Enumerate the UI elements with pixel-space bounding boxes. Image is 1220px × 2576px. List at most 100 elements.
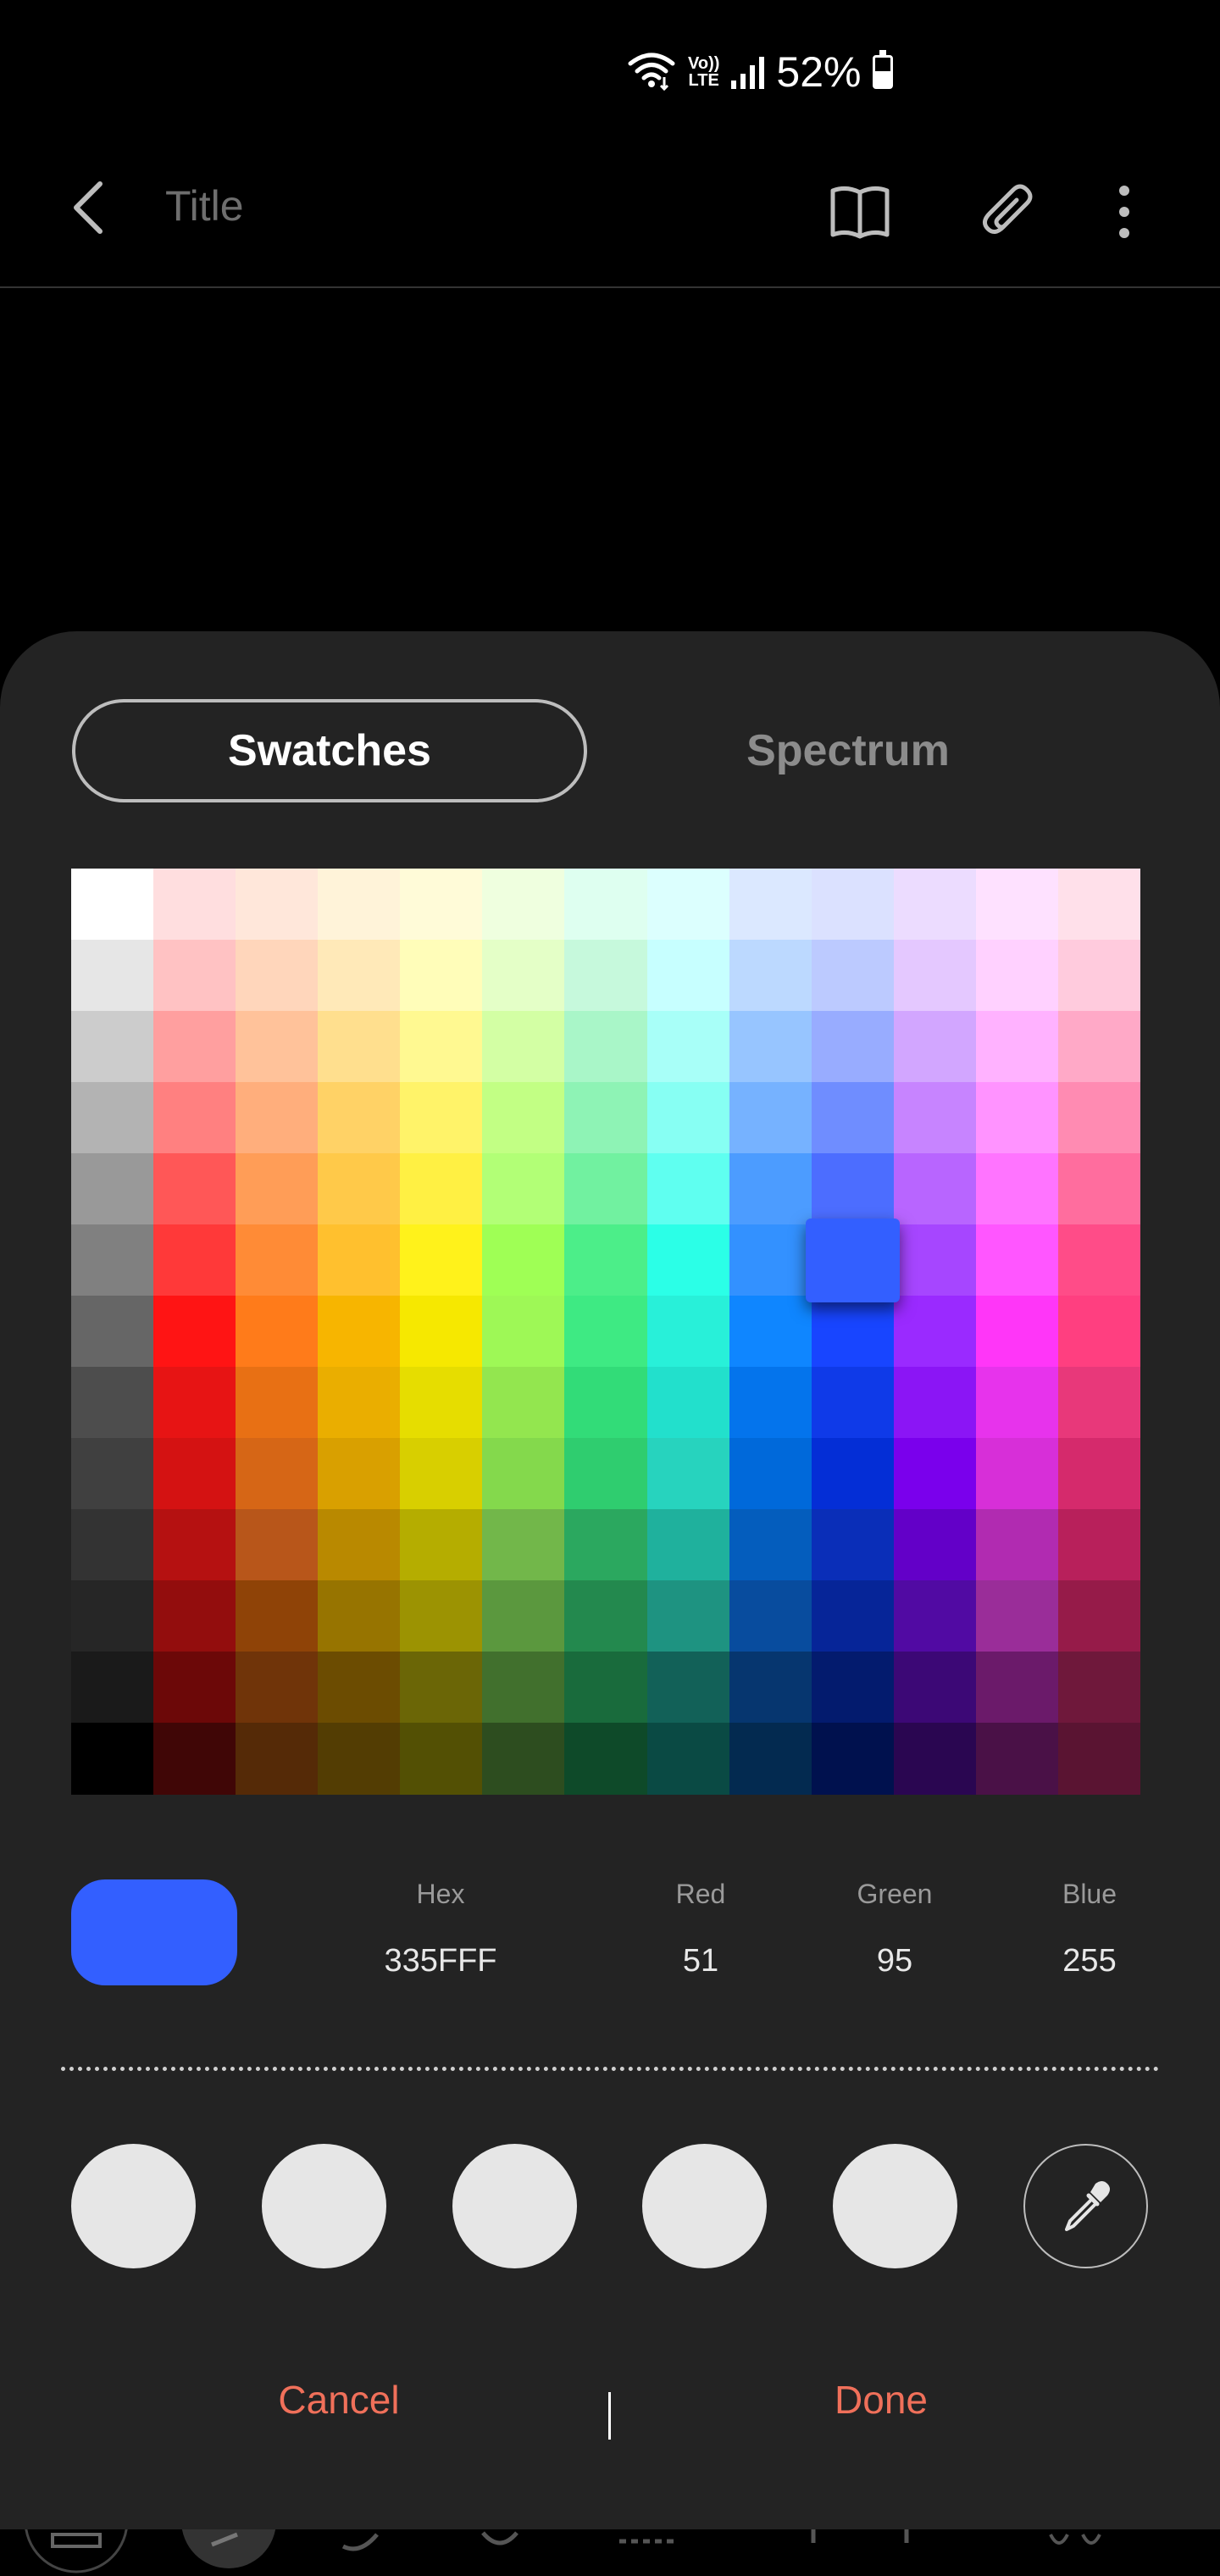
swatch-cell[interactable] xyxy=(236,869,319,941)
swatch-cell[interactable] xyxy=(729,1224,812,1296)
toolbar-selection-icon[interactable] xyxy=(614,2529,682,2576)
recent-color-3[interactable] xyxy=(452,2144,577,2268)
title-field[interactable]: Title xyxy=(165,181,244,230)
swatch-cell[interactable] xyxy=(646,1082,730,1154)
swatch-cell[interactable] xyxy=(564,1438,648,1510)
swatch-cell[interactable] xyxy=(811,1580,895,1652)
swatch-cell[interactable] xyxy=(236,1224,319,1296)
swatch-cell[interactable] xyxy=(729,1723,812,1795)
swatch-cell[interactable] xyxy=(975,1438,1059,1510)
swatch-cell[interactable] xyxy=(975,940,1059,1012)
swatch-cell[interactable] xyxy=(71,1509,154,1581)
swatch-cell[interactable] xyxy=(71,1296,154,1368)
swatch-cell[interactable] xyxy=(646,1652,730,1724)
swatch-cell[interactable] xyxy=(400,1296,483,1368)
swatch-cell[interactable] xyxy=(893,1580,977,1652)
swatch-cell[interactable] xyxy=(893,1153,977,1225)
swatch-cell[interactable] xyxy=(400,1509,483,1581)
swatch-cell[interactable] xyxy=(564,869,648,941)
swatch-cell[interactable] xyxy=(729,1367,812,1439)
swatch-cell[interactable] xyxy=(893,1367,977,1439)
swatch-cell[interactable] xyxy=(729,1509,812,1581)
swatch-cell[interactable] xyxy=(318,1438,401,1510)
tab-swatches[interactable]: Swatches xyxy=(72,699,587,802)
swatch-cell[interactable] xyxy=(646,1723,730,1795)
swatch-cell[interactable] xyxy=(153,1153,236,1225)
swatch-cell[interactable] xyxy=(729,869,812,941)
swatch-cell[interactable] xyxy=(729,1296,812,1368)
swatch-cell[interactable] xyxy=(1057,1082,1141,1154)
swatch-cell[interactable] xyxy=(71,1438,154,1510)
swatch-cell[interactable] xyxy=(482,1580,565,1652)
swatch-cell[interactable] xyxy=(71,940,154,1012)
swatch-cell-selected[interactable] xyxy=(805,1219,901,1302)
swatch-cell[interactable] xyxy=(400,940,483,1012)
swatch-cell[interactable] xyxy=(482,1367,565,1439)
swatch-cell[interactable] xyxy=(236,1367,319,1439)
done-button[interactable]: Done xyxy=(712,2377,1051,2445)
recent-color-1[interactable] xyxy=(71,2144,196,2268)
swatch-cell[interactable] xyxy=(811,869,895,941)
swatch-cell[interactable] xyxy=(729,1652,812,1724)
swatch-cell[interactable] xyxy=(482,1723,565,1795)
swatch-cell[interactable] xyxy=(975,1509,1059,1581)
swatch-cell[interactable] xyxy=(811,1723,895,1795)
swatch-cell[interactable] xyxy=(564,1011,648,1083)
swatch-cell[interactable] xyxy=(811,1011,895,1083)
swatch-cell[interactable] xyxy=(975,1652,1059,1724)
eyedropper-button[interactable] xyxy=(1023,2144,1148,2268)
green-value[interactable]: 95 xyxy=(810,1943,979,1979)
swatch-cell[interactable] xyxy=(811,1296,895,1368)
swatch-cell[interactable] xyxy=(400,1580,483,1652)
swatch-cell[interactable] xyxy=(71,869,154,941)
swatch-cell[interactable] xyxy=(1057,1296,1141,1368)
swatch-cell[interactable] xyxy=(975,869,1059,941)
swatch-cell[interactable] xyxy=(236,1296,319,1368)
swatch-cell[interactable] xyxy=(564,1723,648,1795)
swatch-cell[interactable] xyxy=(482,1153,565,1225)
toolbar-eraser-icon[interactable] xyxy=(474,2529,525,2576)
recent-color-2[interactable] xyxy=(262,2144,386,2268)
more-options-button[interactable] xyxy=(1086,174,1162,250)
swatch-cell[interactable] xyxy=(564,1580,648,1652)
swatch-cell[interactable] xyxy=(893,1723,977,1795)
swatch-cell[interactable] xyxy=(1057,1367,1141,1439)
swatch-cell[interactable] xyxy=(975,1367,1059,1439)
swatch-cell[interactable] xyxy=(975,1723,1059,1795)
swatch-cell[interactable] xyxy=(482,1652,565,1724)
swatch-cell[interactable] xyxy=(153,1082,236,1154)
swatch-cell[interactable] xyxy=(646,869,730,941)
swatch-cell[interactable] xyxy=(1057,1652,1141,1724)
swatch-cell[interactable] xyxy=(729,1580,812,1652)
swatch-cell[interactable] xyxy=(236,1723,319,1795)
swatch-cell[interactable] xyxy=(564,1509,648,1581)
swatch-cell[interactable] xyxy=(71,1153,154,1225)
swatch-cell[interactable] xyxy=(1057,1509,1141,1581)
swatch-cell[interactable] xyxy=(646,1367,730,1439)
swatch-cell[interactable] xyxy=(400,1652,483,1724)
swatch-cell[interactable] xyxy=(564,1153,648,1225)
swatch-cell[interactable] xyxy=(893,1296,977,1368)
blue-value[interactable]: 255 xyxy=(1005,1943,1174,1979)
swatch-cell[interactable] xyxy=(482,940,565,1012)
swatch-cell[interactable] xyxy=(236,1011,319,1083)
swatch-cell[interactable] xyxy=(318,1723,401,1795)
swatch-cell[interactable] xyxy=(482,1082,565,1154)
swatch-cell[interactable] xyxy=(400,1224,483,1296)
swatch-cell[interactable] xyxy=(646,1153,730,1225)
swatch-cell[interactable] xyxy=(71,1580,154,1652)
swatch-cell[interactable] xyxy=(1057,940,1141,1012)
swatch-cell[interactable] xyxy=(400,1367,483,1439)
swatch-cell[interactable] xyxy=(153,1224,236,1296)
swatch-cell[interactable] xyxy=(564,1296,648,1368)
toolbar-undo-icon[interactable] xyxy=(796,2529,830,2576)
swatch-cell[interactable] xyxy=(646,1509,730,1581)
swatch-cell[interactable] xyxy=(811,1367,895,1439)
swatch-cell[interactable] xyxy=(71,1723,154,1795)
swatch-cell[interactable] xyxy=(318,1580,401,1652)
swatch-cell[interactable] xyxy=(318,940,401,1012)
swatch-cell[interactable] xyxy=(564,1082,648,1154)
swatch-cell[interactable] xyxy=(482,1011,565,1083)
swatch-cell[interactable] xyxy=(811,1082,895,1154)
swatch-cell[interactable] xyxy=(153,1367,236,1439)
